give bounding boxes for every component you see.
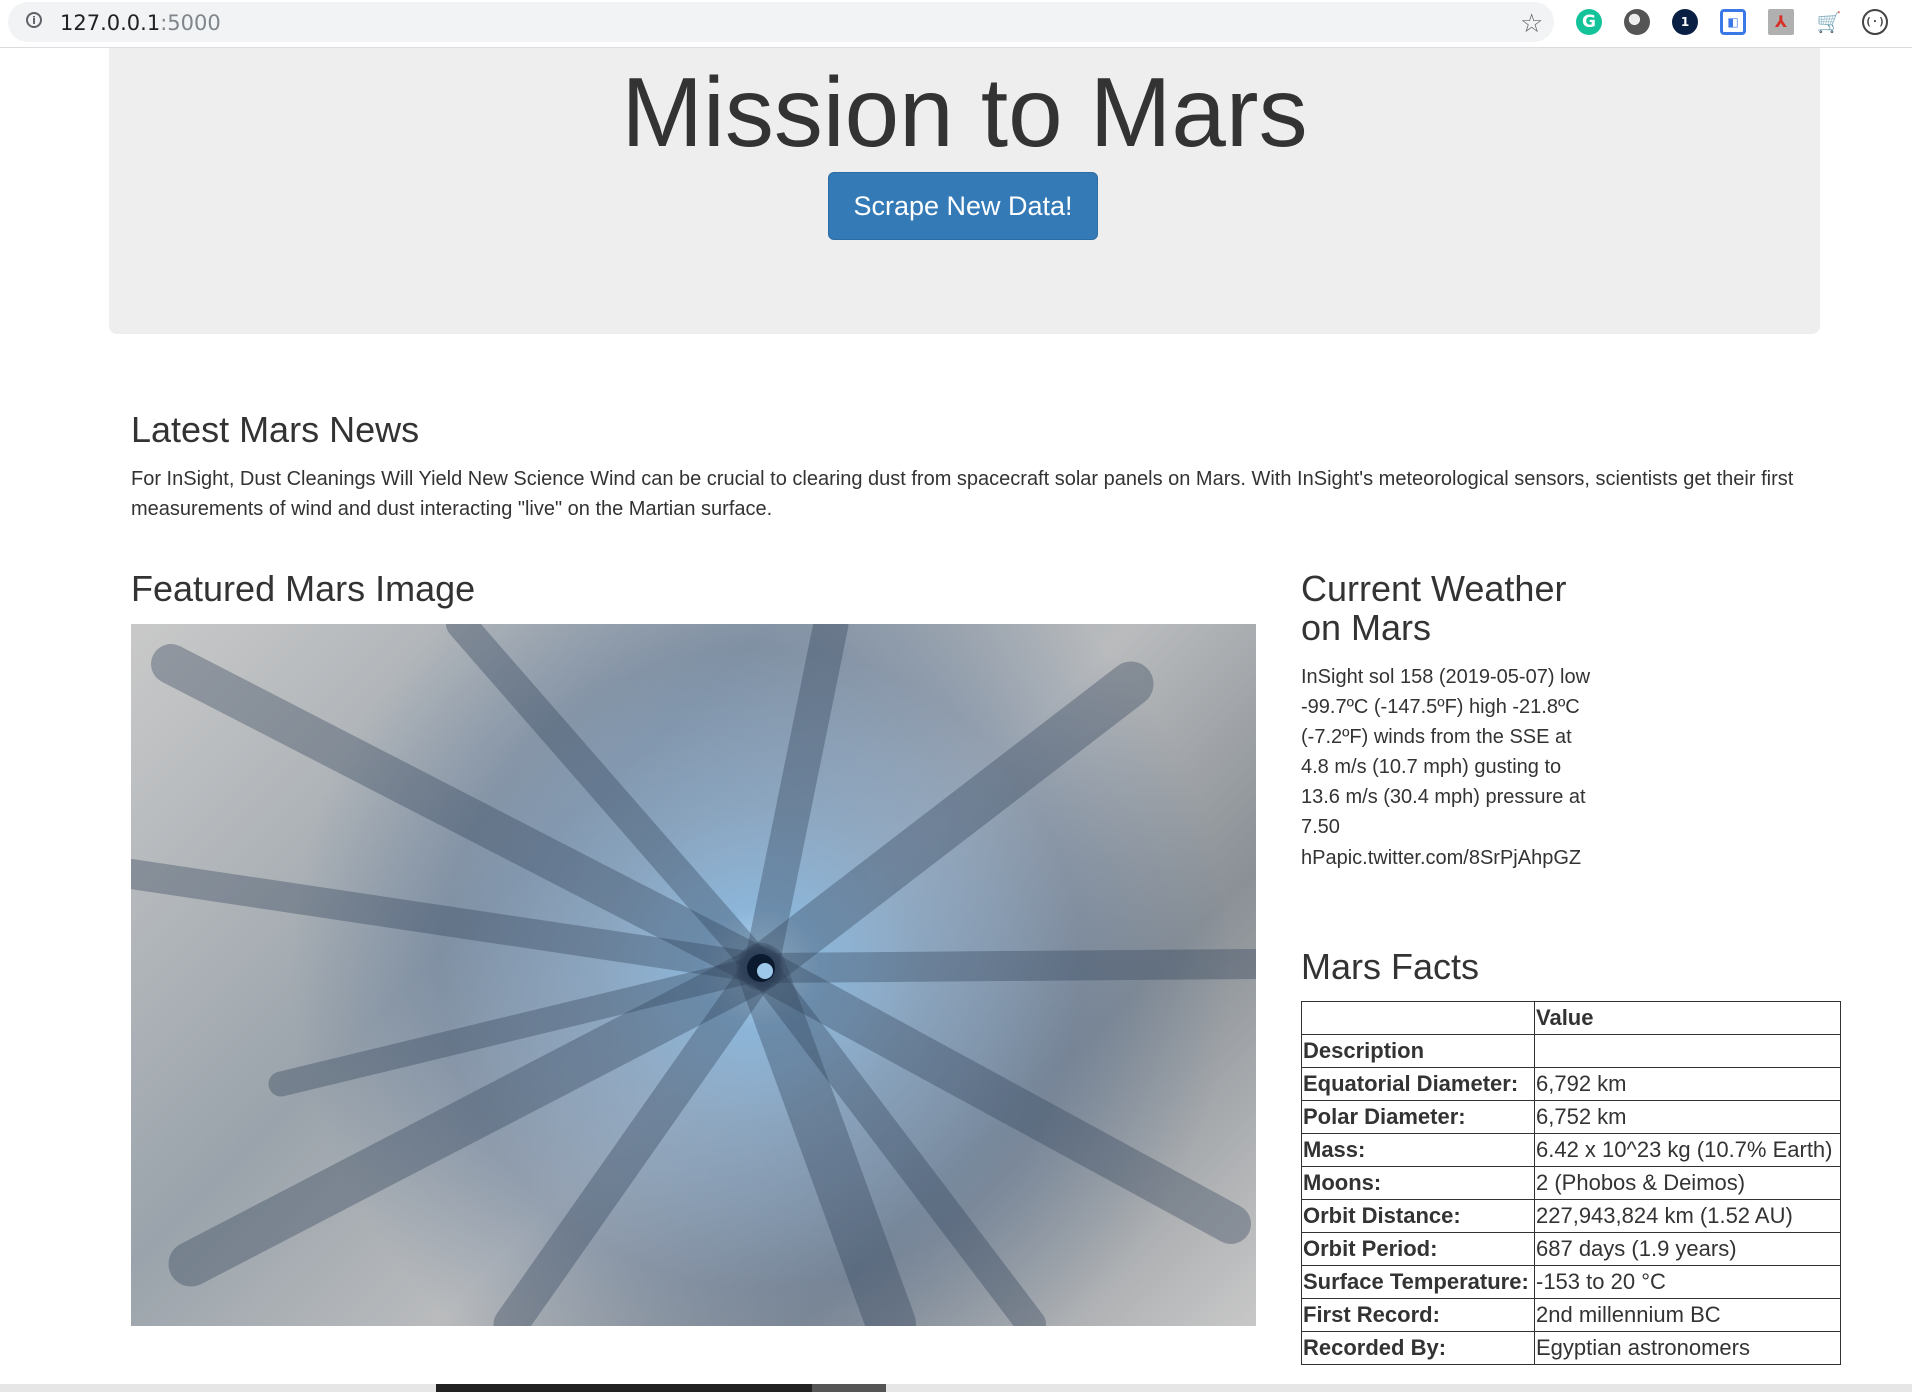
browser-toolbar: i 127.0.0.1:5000 ☆ G 1 ◧ ⅄ 🛒 (·) (0, 0, 1912, 48)
fact-label: Moons: (1301, 1166, 1535, 1200)
fact-label: First Record: (1301, 1298, 1535, 1332)
page-title: Mission to Mars (621, 57, 1308, 167)
fact-value: 687 days (1.9 years) (1534, 1232, 1841, 1266)
fact-value: 2 (Phobos & Deimos) (1534, 1166, 1841, 1200)
facts-heading: Mars Facts (1301, 946, 1480, 987)
fact-label: Orbit Period: (1301, 1232, 1535, 1266)
scrollbar-thumb-grip[interactable] (812, 1384, 886, 1392)
url-text[interactable]: 127.0.0.1:5000 (60, 11, 221, 35)
url-host: 127.0.0.1 (60, 11, 161, 35)
crater-streaks (131, 624, 1256, 1326)
fact-value: -153 to 20 °C (1534, 1265, 1841, 1299)
fact-value: 227,943,824 km (1.52 AU) (1534, 1199, 1841, 1233)
table-row: Surface Temperature: -153 to 20 °C (1301, 1265, 1841, 1299)
code-icon[interactable]: (·) (1862, 9, 1888, 35)
table-header-empty (1534, 1034, 1841, 1068)
table-header-row: Value (1301, 1001, 1841, 1035)
address-bar[interactable]: i 127.0.0.1:5000 ☆ (8, 2, 1554, 42)
weather-heading: Current Weather on Mars (1301, 568, 1567, 648)
cart-icon[interactable]: 🛒 (1816, 9, 1842, 35)
horizontal-scrollbar[interactable] (0, 1384, 1912, 1392)
table-row: First Record: 2nd millennium BC (1301, 1298, 1841, 1332)
grammarly-icon[interactable]: G (1576, 9, 1602, 35)
pdf-icon[interactable]: ⅄ (1768, 9, 1794, 35)
featured-mars-image[interactable] (131, 624, 1256, 1326)
jumbotron: Mission to Mars Scrape New Data! (109, 48, 1820, 334)
fact-label: Surface Temperature: (1301, 1265, 1535, 1299)
news-heading: Latest Mars News (131, 409, 420, 450)
fact-label: Mass: (1301, 1133, 1535, 1167)
table-row: Equatorial Diameter: 6,792 km (1301, 1067, 1841, 1101)
news-paragraph: For InSight, Dust Cleanings Will Yield N… (131, 468, 1794, 520)
fact-label: Polar Diameter: (1301, 1100, 1535, 1134)
url-port: :5000 (160, 11, 221, 35)
table-row: Mass: 6.42 x 10^23 kg (10.7% Earth) (1301, 1133, 1841, 1167)
table-row: Recorded By: Egyptian astronomers (1301, 1331, 1841, 1365)
table-header-row: Description (1301, 1034, 1841, 1068)
mars-facts-table: Value Description Equatorial Diameter: 6,… (1301, 1001, 1841, 1365)
fact-value: 6,752 km (1534, 1100, 1841, 1134)
circle-extension-icon[interactable] (1624, 9, 1650, 35)
fact-value: 6.42 x 10^23 kg (10.7% Earth) (1534, 1133, 1841, 1167)
table-header-value: Value (1534, 1001, 1841, 1035)
table-row: Orbit Distance: 227,943,824 km (1.52 AU) (1301, 1199, 1841, 1233)
table-row: Orbit Period: 687 days (1.9 years) (1301, 1232, 1841, 1266)
fact-value: 2nd millennium BC (1534, 1298, 1841, 1332)
table-row: Moons: 2 (Phobos & Deimos) (1301, 1166, 1841, 1200)
fact-value: 6,792 km (1534, 1067, 1841, 1101)
featured-image-heading: Featured Mars Image (131, 568, 476, 609)
table-header-empty (1301, 1001, 1535, 1035)
fact-label: Orbit Distance: (1301, 1199, 1535, 1233)
info-icon[interactable]: i (26, 12, 42, 28)
weather-text: InSight sol 158 (2019-05-07) low -99.7ºC… (1301, 666, 1591, 869)
table-row: Polar Diameter: 6,752 km (1301, 1100, 1841, 1134)
fact-label: Recorded By: (1301, 1331, 1535, 1365)
fact-label: Equatorial Diameter: (1301, 1067, 1535, 1101)
fact-value: Egyptian astronomers (1534, 1331, 1841, 1365)
onepassword-icon[interactable]: 1 (1672, 9, 1698, 35)
table-header-description: Description (1301, 1034, 1535, 1068)
star-icon[interactable]: ☆ (1520, 8, 1543, 39)
blue-extension-icon[interactable]: ◧ (1720, 9, 1746, 35)
scrape-button[interactable]: Scrape New Data! (828, 172, 1098, 240)
